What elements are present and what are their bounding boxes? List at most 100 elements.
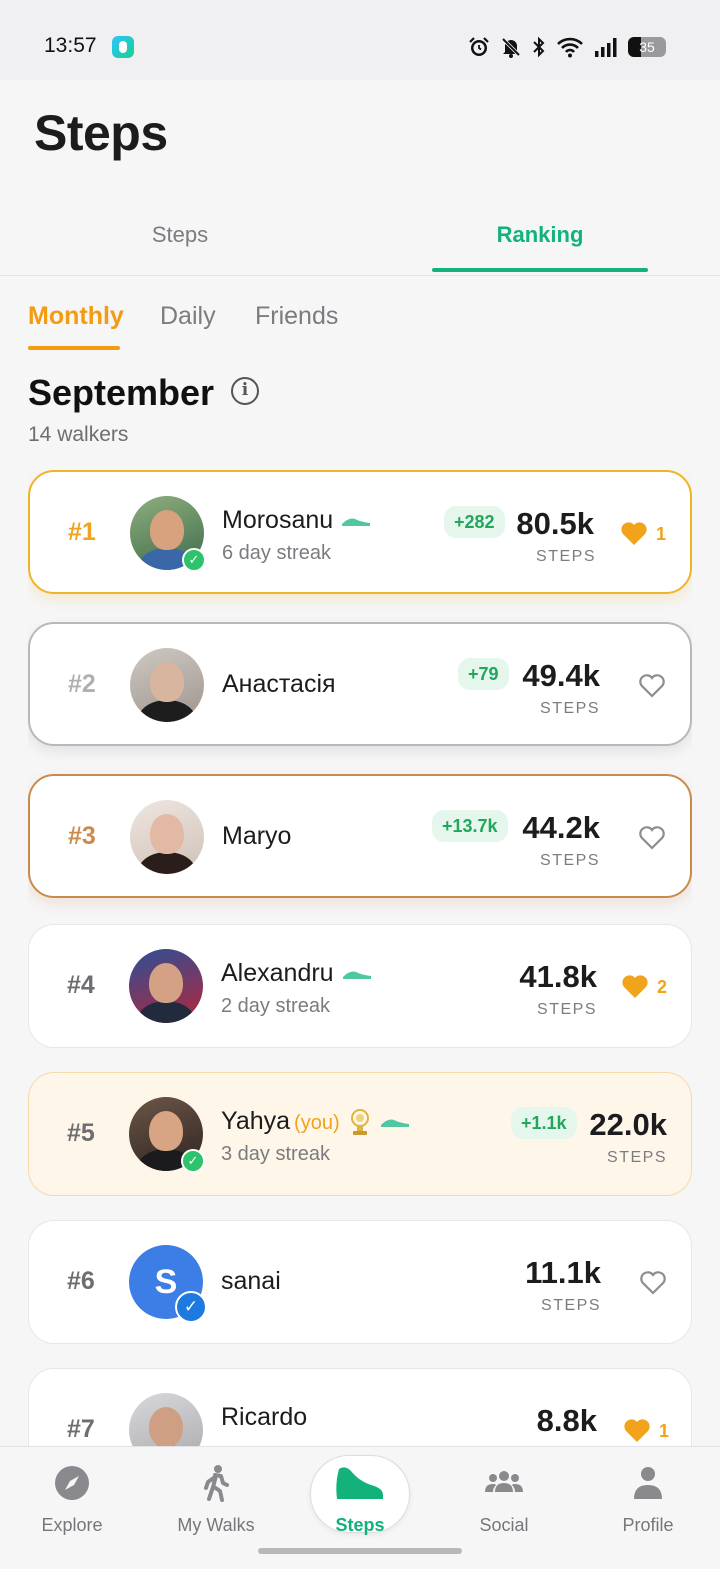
heart-outline-icon (639, 826, 665, 850)
nav-profile[interactable]: Profile (576, 1463, 720, 1536)
user-name: sanai (221, 1267, 281, 1295)
steps-value: 11.1k (525, 1255, 601, 1290)
heart-outline-icon (639, 674, 665, 698)
ranking-row-3[interactable]: #3 Maryo +13.7k 44.2k STEPS (28, 774, 692, 898)
ranking-row-7[interactable]: #7 Ricardo 8.8k 1 (28, 1368, 692, 1446)
steps-value: 22.0k (589, 1107, 667, 1142)
steps-label: STEPS (541, 1297, 601, 1314)
steps-value: 41.8k (519, 959, 597, 994)
period-title: September (28, 372, 215, 413)
bell-off-icon (501, 37, 521, 58)
shoe-icon (342, 971, 371, 980)
gain-badge: +1.1k (511, 1107, 577, 1139)
ranking-row-1[interactable]: #1 ✓ Morosanu 6 day streak +282 80.5k ST… (28, 470, 692, 594)
ranking-row-2[interactable]: #2 Анастасія +79 49.4k STEPS (28, 622, 692, 746)
shoe-icon (342, 518, 371, 527)
steps-value: 49.4k (522, 658, 600, 693)
heart-filled-icon (621, 522, 647, 545)
user-name: Yahya (you) (221, 1107, 410, 1136)
nav-label: Explore (41, 1515, 103, 1535)
check-badge-icon: ✓ (182, 548, 206, 572)
like-count: 2 (657, 976, 668, 997)
nav-my-walks[interactable]: My Walks (144, 1463, 288, 1536)
active-subtab-indicator (28, 346, 120, 350)
walkers-count: 14 walkers (28, 423, 129, 446)
heart-filled-icon (622, 975, 648, 998)
trophy-icon (350, 1109, 369, 1136)
user-name: Maryo (222, 822, 292, 850)
avatar[interactable] (129, 1393, 203, 1446)
avatar[interactable]: S ✓ (129, 1245, 207, 1323)
avatar[interactable] (130, 800, 204, 874)
ranking-row-6[interactable]: #6 S ✓ sanai 11.1k STEPS (28, 1220, 692, 1344)
main-tabs: Steps Ranking (0, 200, 720, 276)
home-indicator[interactable] (258, 1548, 462, 1554)
alarm-icon (469, 37, 489, 56)
signal-icon (595, 38, 617, 57)
steps-value: 44.2k (522, 810, 600, 845)
streak-text: 3 day streak (221, 1143, 330, 1165)
nav-label: Steps (335, 1515, 385, 1535)
people-icon (485, 1471, 523, 1492)
avatar[interactable]: ✓ (129, 1097, 205, 1173)
steps-label: STEPS (607, 1149, 667, 1166)
you-tag: (you) (294, 1112, 340, 1134)
steps-label: STEPS (537, 1001, 597, 1018)
ranking-row-4[interactable]: #4 Alexandru 2 day streak 41.8k STEPS 2 (28, 924, 692, 1048)
avatar[interactable]: ✓ (130, 496, 206, 572)
person-icon (634, 1467, 662, 1499)
ranking-list: #1 ✓ Morosanu 6 day streak +282 80.5k ST… (28, 470, 692, 1446)
battery-level: 35 (639, 39, 655, 55)
steps-label: STEPS (540, 852, 600, 869)
check-badge-icon: ✓ (181, 1149, 205, 1173)
streak-text: 6 day streak (222, 542, 331, 564)
nav-social[interactable]: Social (432, 1463, 576, 1536)
app-notification-icon (112, 36, 134, 58)
user-name: Анастасія (222, 670, 336, 698)
tab-daily[interactable]: Daily (160, 302, 216, 331)
tab-monthly[interactable]: Monthly (28, 302, 124, 331)
compass-icon (55, 1466, 89, 1500)
like-button[interactable] (638, 824, 666, 852)
like-button[interactable] (639, 1269, 667, 1297)
status-time: 13:57 (44, 34, 97, 57)
tab-ranking[interactable]: Ranking (360, 222, 720, 248)
heart-outline-icon (640, 1271, 666, 1295)
like-button[interactable] (638, 672, 666, 700)
nav-steps[interactable]: Steps (288, 1463, 432, 1536)
rank-number: #2 (68, 670, 96, 698)
rank-number: #7 (67, 1415, 95, 1443)
avatar[interactable] (130, 648, 204, 722)
verified-badge-icon: ✓ (175, 1291, 207, 1323)
nav-label: My Walks (177, 1515, 255, 1535)
steps-value: 80.5k (516, 506, 594, 541)
status-bar: 13:57 35 (0, 0, 720, 80)
tab-steps[interactable]: Steps (0, 222, 360, 248)
like-button[interactable]: 1 (623, 1417, 669, 1445)
user-name: Alexandru (221, 959, 372, 988)
wifi-icon (557, 37, 583, 58)
shoe-icon (336, 1467, 383, 1499)
page-title: Steps (34, 105, 168, 161)
battery-icon: 35 (628, 37, 666, 57)
avatar[interactable] (129, 949, 203, 1023)
gain-badge: +282 (444, 506, 505, 538)
info-icon[interactable]: i (231, 377, 259, 405)
rank-number: #3 (68, 822, 96, 850)
walker-icon (204, 1465, 229, 1502)
status-icons: 35 (468, 34, 666, 60)
like-count: 1 (659, 1420, 670, 1441)
nav-label: Social (479, 1515, 529, 1535)
bluetooth-icon (533, 36, 545, 58)
nav-label: Profile (622, 1515, 674, 1535)
ranking-row-5-you[interactable]: #5 ✓ Yahya (you) 3 day streak +1.1k 22.0k… (28, 1072, 692, 1196)
steps-label: STEPS (536, 548, 596, 565)
heart-filled-icon (624, 1419, 650, 1442)
shoe-icon (380, 1119, 409, 1128)
like-button[interactable]: 1 (620, 520, 666, 548)
nav-explore[interactable]: Explore (0, 1463, 144, 1536)
steps-label: STEPS (540, 700, 600, 717)
like-button[interactable]: 2 (621, 973, 667, 1001)
tab-friends[interactable]: Friends (255, 302, 338, 331)
like-count: 1 (656, 523, 667, 544)
